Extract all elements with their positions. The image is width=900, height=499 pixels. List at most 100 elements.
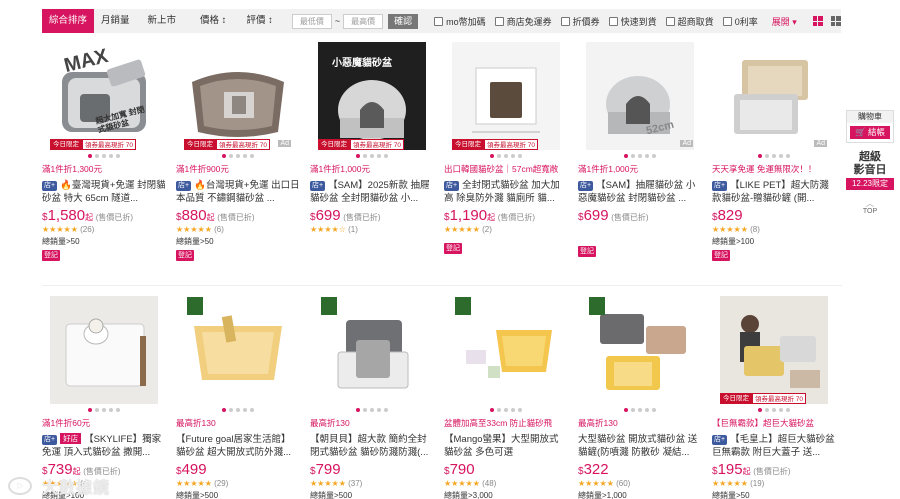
product-image[interactable] [50,296,158,404]
list-view-icon[interactable] [830,16,841,26]
price-confirm-button[interactable]: 確認 [388,13,419,29]
product-image[interactable]: Ad [720,42,828,150]
product-image[interactable]: 今日限定 領券最高現折 70 [452,42,560,150]
checkbox[interactable] [722,16,732,26]
product-image[interactable]: 今日限定 領券最高現折 70 Ad [184,42,292,150]
product-title[interactable]: 【Mango蠻果】大型開放式貓砂盆 多色可選 [444,433,568,459]
promo-text: 滿1件折1,000元 [578,164,638,174]
ad-label: Ad [278,140,291,147]
cart-widget[interactable]: 購物車 🛒 結帳 [846,110,894,143]
product-image[interactable]: 今日限定 領券最高現折 70 [720,296,828,404]
rating-stars: ★★★★★ (60) [578,479,631,488]
product-card[interactable]: 最高折130 大型貓砂盆 開放式貓砂盆 送貓鏟(防噴濺 防散砂 凝結... $3… [578,296,702,499]
sort-comprehensive[interactable]: 綜合排序 [42,9,95,33]
checkbox[interactable] [608,16,618,26]
image-carousel-dots[interactable] [176,154,300,159]
today-limited-badge: 今日限定 領券最高現折 70 [720,393,807,404]
image-carousel-dots[interactable] [444,154,568,159]
cart-label: 購物車 [847,111,893,123]
product-card[interactable]: 盆體加高至33cm 防止貓砂飛 【Mango蠻果】大型開放式貓砂盆 多色可選 $… [444,296,568,499]
image-carousel-dots[interactable] [42,154,166,159]
image-carousel-dots[interactable] [310,154,434,159]
price-max-input[interactable]: 最高價 [343,13,384,29]
product-card[interactable]: 52cm Ad 滿1件折1,000元 店+ 【SAM】抽屜貓砂盆 小惡魔貓砂盆 封… [578,42,702,257]
price-range-tilde: ~ [334,16,341,26]
product-title[interactable]: 店+ 【SAM】抽屜貓砂盆 小惡魔貓砂盆 封閉貓砂盆 ... [578,179,702,205]
sort-new[interactable]: 新上市 [141,9,184,33]
register-button[interactable]: 登記 [444,243,462,254]
product-card[interactable]: MAX 超大加寬 封閉式貓砂盆 今日限定 領券最高現折 70 滿1件折1,300元… [42,42,166,261]
product-card[interactable]: 今日限定 領券最高現折 70 出口韓國貓砂盆｜57cm超寬敞 店+ 全封閉式貓砂盆 … [444,42,568,254]
expand-filters-button[interactable]: 展開 ▾ [772,15,797,28]
filter-store-pickup[interactable]: 超商取貨 [665,15,714,28]
checkbox[interactable] [665,16,675,26]
product-title[interactable]: 店+ 全封閉式貓砂盆 加大加高 除臭防外濺 貓廁所 貓... [444,179,568,205]
sales-count: 總銷量>500 [176,491,219,499]
product-card[interactable]: Ad 天天享免運 免運無限次！！ 店+ 【LIKE PET】超大防濺款貓砂盆-贈貓… [712,42,836,261]
image-carousel-dots[interactable] [176,408,300,413]
product-card[interactable]: 今日限定 領券最高現折 70 Ad 滿1件折900元 店+ 🔥台灣現貨+免運 出口日… [176,42,300,261]
promo-text: 滿1件折1,000元 [310,164,370,174]
back-to-top-button[interactable]: TOP [846,208,894,215]
checkbox-label: 商店免運券 [506,16,552,27]
register-button[interactable]: 登記 [42,250,60,261]
product-image[interactable]: 小惡魔貓砂盆 今日限定 領券最高現折 70 [318,42,426,150]
sort-price[interactable]: 價格 ↕ [193,9,233,33]
price: 829 [717,207,743,224]
product-title[interactable]: 店+ 好店 【SKYLIFE】獨家 免運 頂入式貓砂盆 撒開... [42,433,166,459]
promo-text: 盆體加高至33cm 防止貓砂飛 [444,418,553,428]
checkbox[interactable] [434,16,444,26]
register-button[interactable]: 登記 [176,250,194,261]
product-card[interactable]: 最高折130 【Future goal居家生活館】貓砂盆 超大開放式防外濺...… [176,296,300,499]
product-image[interactable] [318,296,426,404]
product-title[interactable]: 店+ 🔥臺灣現貨+免運 封閉貓砂盆 特大 65cm 隧道... [42,179,166,205]
product-image[interactable] [452,296,560,404]
product-image[interactable] [586,296,694,404]
register-button[interactable]: 登記 [578,246,596,257]
product-image[interactable]: 52cm Ad [586,42,694,150]
product-title[interactable]: 【Future goal居家生活館】貓砂盆 超大開放式防外濺... [176,433,300,459]
image-carousel-dots[interactable] [712,408,836,413]
register-button[interactable]: 登記 [712,250,730,261]
sort-rating[interactable]: 評價 ↕ [239,9,279,33]
checkout-button[interactable]: 🛒 結帳 [850,126,890,139]
product-title[interactable]: 【朝貝貝】超大款 簡約全封閉式貓砂盆 貓砂防濺防濺(... [310,433,434,459]
filter-free-shipping[interactable]: 商店免運券 [494,15,552,28]
checkbox[interactable] [494,16,504,26]
sales-count: 總銷量>3,000 [444,491,493,499]
image-carousel-dots[interactable] [444,408,568,413]
price-min-input[interactable]: 最低價 [291,13,332,29]
price-row: $499 [176,461,207,478]
filter-coupon[interactable]: 折價券 [560,15,600,28]
image-carousel-dots[interactable] [310,408,434,413]
product-title[interactable]: 店+ 【毛皇上】超巨大貓砂盆 巨無霸款 附巨大蓋子 送... [712,433,836,459]
product-image[interactable]: MAX 超大加寬 封閉式貓砂盆 今日限定 領券最高現折 70 [50,42,158,150]
product-image[interactable] [184,296,292,404]
product-title[interactable]: 店+ 【LIKE PET】超大防濺款貓砂盆-贈貓砂鏟 (開... [712,179,836,205]
filter-mo-coin[interactable]: mo幣加碼 [434,15,486,28]
price-row: $195起 (售價已折) [712,461,791,478]
promo-text: 出口韓國貓砂盆｜57cm超寬敞 [444,164,559,174]
sort-monthly-sales[interactable]: 月銷量 [94,9,137,33]
product-card[interactable]: 今日限定 領券最高現折 70 【巨無霸款】超巨大貓砂盆 店+ 【毛皇上】超巨大貓砂盆… [712,296,836,499]
grid-view-icon[interactable] [812,16,823,26]
filter-fast-delivery[interactable]: 快速到貨 [608,15,657,28]
product-title[interactable]: 大型貓砂盆 開放式貓砂盆 送貓鏟(防噴濺 防散砂 凝結... [578,433,702,459]
good-shop-badge: 好店 [60,433,82,444]
promo-banner[interactable]: 超級 影音日 [846,151,894,177]
product-card[interactable]: 最高折130 【朝貝貝】超大款 簡約全封閉式貓砂盆 貓砂防濺防濺(... $79… [310,296,434,499]
chevron-up-icon[interactable]: ︿ [846,200,894,208]
image-carousel-dots[interactable] [42,408,166,413]
product-card[interactable]: 滿1件折60元 店+ 好店 【SKYLIFE】獨家 免運 頂入式貓砂盆 撒開... … [42,296,166,499]
promo-badge-icon [187,297,203,315]
product-title[interactable]: 店+ 【SAM】2025新款 抽屜貓砂盆 全封閉貓砂盆 小... [310,179,434,205]
filter-zero-interest[interactable]: 0利率 [722,15,758,28]
product-title[interactable]: 店+ 🔥台灣現貨+免運 出口日本品質 不鏽鋼貓砂盆 ... [176,179,300,205]
image-carousel-dots[interactable] [578,408,702,413]
checkbox[interactable] [560,16,570,26]
product-card[interactable]: 小惡魔貓砂盆 今日限定 領券最高現折 70 滿1件折1,000元 店+ 【SAM】2… [310,42,434,234]
today-limited-badge: 今日限定 領券最高現折 70 [184,139,271,150]
image-carousel-dots[interactable] [578,154,702,159]
image-carousel-dots[interactable] [712,154,836,159]
price-row: $699 (售價已折) [310,207,381,224]
